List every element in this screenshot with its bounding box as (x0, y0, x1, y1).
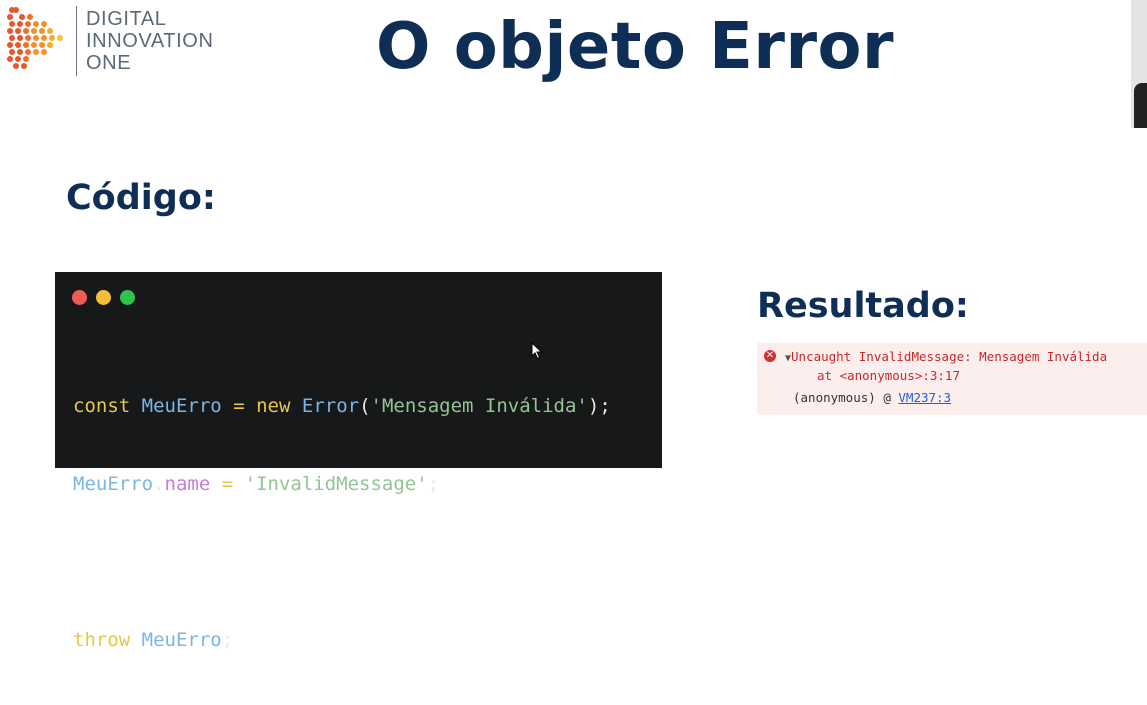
code-token: ); (587, 395, 611, 417)
minimize-dot (96, 290, 111, 305)
logo-divider (76, 6, 77, 76)
code-token: MeuErro (73, 473, 154, 495)
logo-dot (41, 35, 47, 41)
code-token: ; (221, 629, 234, 651)
code-token: = (221, 473, 234, 495)
logo-dot (25, 49, 31, 55)
logo-dot (39, 42, 45, 48)
logo-dot (15, 56, 21, 62)
slide-title: O objeto Error (376, 10, 895, 84)
at-sign: @ (883, 390, 891, 405)
logo-dot (21, 63, 27, 69)
result-heading: Resultado: (757, 286, 969, 326)
webcam-overlay (1131, 0, 1147, 128)
code-token: = (233, 395, 245, 417)
dio-logo: DIGITAL INNOVATION ONE (4, 4, 244, 76)
code-token: Error (301, 395, 360, 417)
code-token: ; (427, 473, 440, 495)
maximize-dot (120, 290, 135, 305)
logo-dot (9, 21, 15, 27)
error-caller-line: (anonymous) @ VM237:3 (793, 388, 951, 407)
error-message[interactable]: ▼Uncaught InvalidMessage: Mensagem Invál… (785, 347, 1107, 368)
logo-dot (7, 14, 13, 20)
logo-dot (7, 56, 13, 62)
logo-dot (15, 28, 21, 34)
code-token: . (153, 473, 165, 495)
logo-dot (23, 56, 29, 62)
error-stack-line: at <anonymous>:3:17 (817, 368, 960, 383)
logo-dot (33, 35, 39, 41)
logo-dot (17, 35, 23, 41)
logo-dot (7, 28, 13, 34)
code-token: new (256, 395, 291, 417)
logo-dot (27, 14, 33, 20)
logo-dot (39, 28, 45, 34)
logo-dot (13, 63, 19, 69)
window-controls (72, 290, 144, 308)
logo-dot (41, 49, 47, 55)
code-token: const (73, 395, 131, 417)
caller-name: (anonymous) (793, 390, 876, 405)
logo-dot (31, 42, 37, 48)
logo-dot (9, 49, 15, 55)
logo-line-2: INNOVATION (86, 30, 214, 52)
logo-dot (49, 35, 55, 41)
logo-dot (47, 28, 53, 34)
logo-line-1: DIGITAL (86, 8, 167, 30)
logo-dots-icon (7, 7, 63, 69)
logo-dot (23, 42, 29, 48)
mouse-cursor-icon (531, 342, 543, 360)
code-token: MeuErro (141, 629, 222, 651)
code-line-4: throw MeuErro; (73, 627, 611, 653)
code-token: 'Mensagem Inválida' (370, 395, 588, 417)
logo-dot (9, 35, 15, 41)
console-error: ✕ ▼Uncaught InvalidMessage: Mensagem Inv… (757, 343, 1147, 415)
logo-dot (41, 21, 47, 27)
code-line-1: const MeuErro = new Error('Mensagem Invá… (73, 393, 611, 419)
logo-line-3: ONE (86, 52, 132, 74)
code-token: MeuErro (141, 395, 222, 417)
code-window: const MeuErro = new Error('Mensagem Invá… (55, 272, 662, 651)
logo-dot (25, 35, 31, 41)
code-token: ( (359, 395, 371, 417)
code-heading: Código: (66, 178, 216, 218)
close-dot (72, 290, 87, 305)
code-block: const MeuErro = new Error('Mensagem Invá… (73, 341, 611, 705)
error-icon: ✕ (764, 350, 776, 362)
logo-dot (7, 42, 13, 48)
logo-dot (25, 21, 31, 27)
logo-dot (19, 14, 25, 20)
logo-dot (23, 28, 29, 34)
logo-dot (33, 21, 39, 27)
logo-dot (17, 49, 23, 55)
logo-dot (15, 42, 21, 48)
code-token: name (164, 473, 211, 495)
logo-wordmark: DIGITAL INNOVATION ONE (86, 8, 213, 74)
logo-dot (33, 49, 39, 55)
logo-dot (57, 35, 63, 41)
logo-dot (13, 7, 19, 13)
code-line-2: MeuErro.name = 'InvalidMessage'; (73, 471, 611, 497)
source-link[interactable]: VM237:3 (898, 390, 951, 405)
logo-dot (17, 21, 23, 27)
logo-dot (47, 42, 53, 48)
error-message-text: Uncaught InvalidMessage: Mensagem Inváli… (791, 349, 1108, 364)
code-token: 'InvalidMessage' (244, 473, 428, 495)
logo-dot (31, 28, 37, 34)
code-token: throw (73, 629, 131, 651)
